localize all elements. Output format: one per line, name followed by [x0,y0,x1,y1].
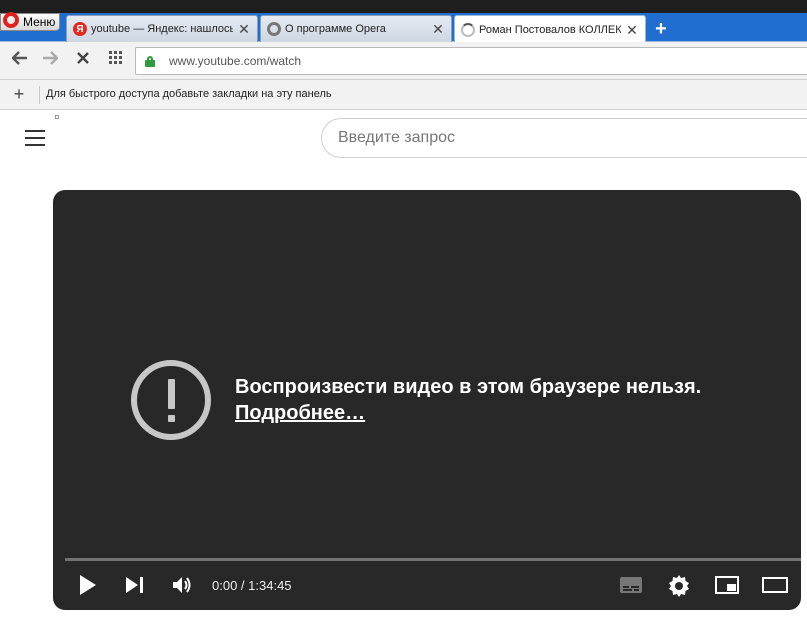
forward-button[interactable] [40,51,60,71]
next-icon [126,577,143,593]
stop-button[interactable] [73,51,93,71]
tab-bar: Меню Я youtube — Яндекс: нашлось ✕ О про… [0,12,807,43]
yandex-icon: Я [73,22,87,36]
bookmarks-hint: Для быстрого доступа добавьте закладки н… [46,88,332,100]
play-button[interactable] [79,574,97,598]
new-tab-button[interactable]: + [651,19,671,39]
tab-title: Роман Постовалов КОЛЛЕКЦИЯ [479,23,621,36]
learn-more-link[interactable]: Подробнее… [235,402,365,424]
play-icon [80,575,96,595]
theater-mode-icon [762,577,788,593]
close-icon [77,52,89,64]
progress-bar[interactable] [65,558,801,561]
time-display: 0:00 / 1:34:45 [212,578,292,593]
arrow-left-icon [11,51,27,65]
subtitles-icon [620,577,642,593]
tab-title: youtube — Яндекс: нашлось [91,23,233,35]
opera-logo-icon [3,12,19,28]
opera-menu-button[interactable]: Меню [0,12,60,31]
arrow-right-icon [43,51,59,65]
close-icon[interactable]: ✕ [237,22,251,36]
add-bookmark-button[interactable]: + [10,85,28,103]
search-box [321,118,807,158]
window-top-strip [0,0,807,13]
time-separator: / [237,578,249,593]
gear-icon [669,575,689,597]
youtube-header [0,111,807,181]
divider [39,86,40,104]
subtitles-button[interactable] [619,574,643,598]
exclamation-circle-icon [131,360,211,440]
next-button[interactable] [125,574,145,598]
tab-yandex[interactable]: Я youtube — Яндекс: нашлось ✕ [66,15,258,42]
address-bar[interactable]: www.youtube.com/watch [135,47,807,75]
back-button[interactable] [10,51,30,71]
error-message: Воспроизвести видео в этом браузере нель… [235,376,702,398]
navigation-bar: www.youtube.com/watch [0,42,807,80]
broken-image-icon [55,115,59,119]
bookmarks-bar: + Для быстрого доступа добавьте закладки… [0,80,807,110]
player-controls: 0:00 / 1:34:45 [53,566,801,606]
opera-icon [267,22,281,36]
grid-icon [109,51,122,64]
close-icon[interactable]: ✕ [625,23,639,37]
tab-about-opera[interactable]: О программе Opera ✕ [260,15,452,42]
url-text: www.youtube.com/watch [169,54,302,68]
volume-icon [173,577,191,593]
lock-icon [145,55,155,67]
tab-youtube-video[interactable]: Роман Постовалов КОЛЛЕКЦИЯ ✕ [454,15,646,43]
menu-label: Меню [23,15,56,29]
video-player[interactable]: Воспроизвести видео в этом браузере нель… [53,190,801,610]
close-icon[interactable]: ✕ [431,22,445,36]
loading-spinner-icon [461,22,475,37]
speed-dial-button[interactable] [106,51,126,71]
volume-button[interactable] [172,574,194,598]
error-message-block: Воспроизвести видео в этом браузере нель… [235,374,701,426]
hamburger-menu-icon[interactable] [25,130,45,146]
time-current: 0:00 [212,578,238,593]
player-error: Воспроизвести видео в этом браузере нель… [131,360,701,440]
time-total: 1:34:45 [248,578,292,593]
settings-button[interactable] [667,574,691,598]
search-input[interactable] [338,119,798,157]
theater-mode-button[interactable] [761,574,789,598]
miniplayer-button[interactable] [714,574,740,598]
miniplayer-icon [715,576,739,594]
tab-title: О программе Opera [285,23,386,35]
